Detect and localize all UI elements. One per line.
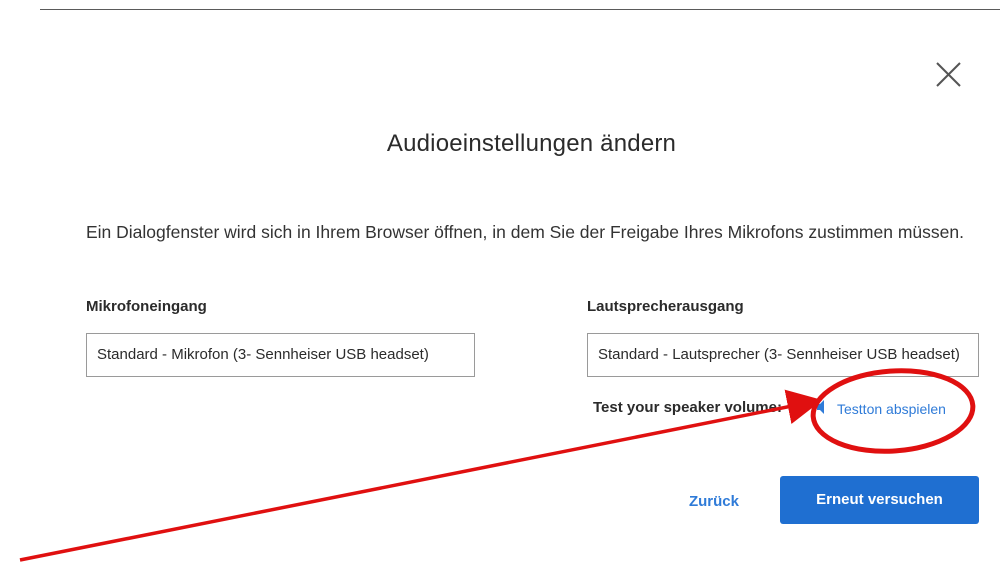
speaker-test-label: Test your speaker volume: xyxy=(593,399,782,416)
back-button[interactable]: Zurück xyxy=(672,480,756,524)
retry-button[interactable]: Erneut versuchen xyxy=(780,476,979,524)
dialog-intro-text: Ein Dialogfenster wird sich in Ihrem Bro… xyxy=(86,222,964,242)
speaker-label: Lautsprecherausgang xyxy=(587,298,744,315)
dialog-title: Audioeinstellungen ändern xyxy=(386,130,677,157)
speaker-test-row: Test your speaker volume: xyxy=(593,399,782,416)
play-test-tone-link[interactable]: Testton abspielen xyxy=(837,401,946,417)
audio-settings-dialog: Audioeinstellungen ändern Ein Dialogfens… xyxy=(0,0,1000,565)
speaker-select[interactable]: Standard - Lautsprecher (3- Sennheiser U… xyxy=(587,333,979,377)
microphone-label: Mikrofoneingang xyxy=(86,298,207,315)
top-divider xyxy=(40,9,1000,10)
close-icon xyxy=(936,62,961,87)
speaker-icon xyxy=(816,399,830,419)
microphone-select[interactable]: Standard - Mikrofon (3- Sennheiser USB h… xyxy=(86,333,475,377)
close-button[interactable] xyxy=(933,57,967,91)
